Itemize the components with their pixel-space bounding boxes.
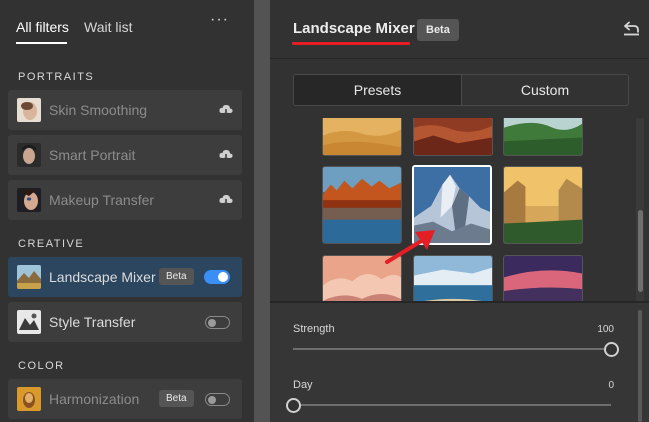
preset-purple-sunset[interactable] [503, 255, 583, 301]
landscape-mixer-thumbnail [17, 265, 41, 289]
strength-slider-track[interactable] [293, 348, 611, 350]
day-value: 0 [608, 380, 614, 391]
panel-title: Landscape Mixer [293, 20, 415, 37]
beta-badge: Beta [417, 19, 459, 41]
strength-value: 100 [597, 324, 614, 335]
makeup-transfer-thumbnail [17, 188, 41, 212]
preset-green-valley[interactable] [503, 118, 583, 156]
strength-label: Strength [293, 323, 335, 335]
preset-yosemite-valley[interactable] [503, 166, 583, 244]
style-transfer-toggle[interactable] [205, 316, 230, 329]
filter-label: Makeup Transfer [49, 192, 155, 208]
preset-snowy-mountain[interactable] [412, 165, 492, 245]
day-label: Day [293, 379, 313, 391]
preset-red-canyon[interactable] [413, 118, 493, 156]
filter-label: Style Transfer [49, 314, 136, 330]
preset-desert[interactable] [322, 118, 402, 156]
panel-header: Landscape Mixer Beta [270, 0, 649, 59]
toggle-knob [207, 318, 216, 327]
tab-presets[interactable]: Presets [294, 75, 462, 105]
active-tab-indicator [16, 42, 67, 44]
filter-label: Landscape Mixer [49, 269, 156, 285]
preset-mode-switch: Presets Custom [293, 74, 629, 106]
filter-item-style-transfer[interactable]: Style Transfer [8, 302, 242, 342]
strength-slider-handle[interactable] [603, 342, 619, 357]
preset-autumn-lake[interactable] [322, 166, 402, 244]
tab-all-filters[interactable]: All filters [16, 19, 69, 35]
cloud-download-icon[interactable] [218, 192, 234, 208]
filter-item-smart-portrait[interactable]: Smart Portrait [8, 135, 242, 175]
title-highlight-underline [292, 42, 410, 45]
day-slider-track[interactable] [293, 404, 611, 406]
beta-badge: Beta [159, 268, 194, 285]
preset-pink-clouds[interactable] [322, 255, 402, 301]
filter-item-landscape-mixer[interactable]: Landscape Mixer Beta [8, 257, 242, 297]
section-creative: CREATIVE [18, 238, 85, 250]
landscape-mixer-panel: Landscape Mixer Beta Presets Custom Stre… [270, 0, 649, 422]
smart-portrait-thumbnail [17, 143, 41, 167]
more-options-button[interactable]: ··· [210, 11, 229, 29]
filter-item-skin-smoothing[interactable]: Skin Smoothing [8, 90, 242, 130]
style-transfer-thumbnail [17, 310, 41, 334]
section-color: COLOR [18, 360, 65, 372]
toggle-knob [218, 272, 228, 282]
harmonization-toggle[interactable] [205, 393, 230, 406]
filter-label: Smart Portrait [49, 147, 136, 163]
day-slider-handle[interactable] [285, 398, 301, 413]
filter-item-makeup-transfer[interactable]: Makeup Transfer [8, 180, 242, 220]
filter-label: Skin Smoothing [49, 102, 148, 118]
landscape-mixer-toggle[interactable] [204, 270, 230, 284]
panel-divider[interactable] [254, 0, 270, 422]
controls-scrollbar[interactable] [638, 310, 642, 422]
tab-wait-list[interactable]: Wait list [84, 19, 132, 35]
filter-label: Harmonization [49, 391, 140, 407]
beta-badge: Beta [159, 390, 194, 407]
toggle-knob [207, 395, 216, 404]
preset-scrollbar-thumb[interactable] [638, 210, 643, 292]
section-portraits: PORTRAITS [18, 71, 95, 83]
tab-custom[interactable]: Custom [462, 75, 628, 105]
undo-icon[interactable] [621, 19, 641, 39]
slider-controls: Strength 100 Day 0 [270, 303, 649, 422]
preset-coastal-beach[interactable] [413, 255, 493, 301]
skin-smoothing-thumbnail [17, 98, 41, 122]
preset-grid [320, 118, 616, 301]
filter-item-harmonization[interactable]: Harmonization Beta [8, 379, 242, 419]
cloud-download-icon[interactable] [218, 147, 234, 163]
filters-panel: All filters Wait list ··· PORTRAITS Skin… [0, 0, 254, 422]
harmonization-thumbnail [17, 387, 41, 411]
cloud-download-icon[interactable] [218, 102, 234, 118]
